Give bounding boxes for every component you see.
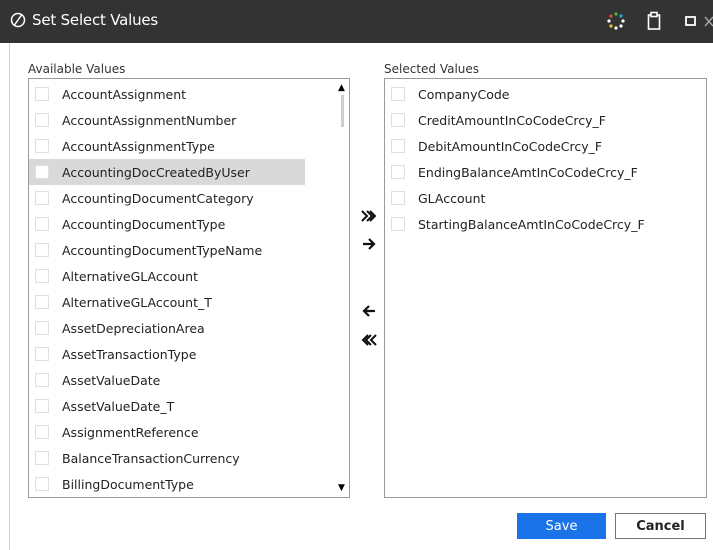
scroll-up-icon[interactable]: ▲ [338,84,345,93]
available-scrollbar[interactable]: ▲ ▼ [335,79,349,497]
item-checkbox[interactable] [391,139,405,153]
list-item[interactable]: GLAccount [385,185,661,211]
list-item[interactable]: AssetValueDate [29,367,305,393]
list-item[interactable]: AccountAssignment [29,81,305,107]
double-arrow-right-icon [361,210,377,222]
item-checkbox[interactable] [35,191,49,205]
item-label: AlternativeGLAccount_T [62,294,212,310]
maximize-icon[interactable] [685,15,697,27]
list-item[interactable]: AssetTransactionType [29,341,305,367]
item-checkbox[interactable] [35,425,49,439]
save-button[interactable]: Save [517,513,606,539]
item-checkbox[interactable] [391,217,405,231]
item-checkbox[interactable] [35,87,49,101]
list-item[interactable]: EndingBalanceAmtInCoCodeCrcy_F [385,159,661,185]
item-label: AccountAssignmentNumber [62,112,237,128]
list-item[interactable]: AccountingDocumentCategory [29,185,305,211]
dialog-left-edge [0,43,10,550]
item-checkbox[interactable] [35,165,49,179]
item-checkbox[interactable] [35,477,49,491]
arrow-right-icon [363,238,376,250]
list-item[interactable]: AccountingDocumentType [29,211,305,237]
list-item[interactable]: AssetDepreciationArea [29,315,305,341]
selected-items: CompanyCode CreditAmountInCoCodeCrcy_F Deb… [385,81,661,237]
selected-values-label: Selected Values [384,62,480,76]
list-item[interactable]: AlternativeGLAccount [29,263,305,289]
item-label: CompanyCode [418,86,510,102]
dialog-title: Set Select Values [32,11,159,29]
item-label: CreditAmountInCoCodeCrcy_F [418,112,607,128]
item-label: AlternativeGLAccount [62,268,198,284]
item-label: AccountAssignmentType [62,138,215,154]
item-label: AssetTransactionType [62,346,197,362]
item-checkbox[interactable] [35,217,49,231]
item-checkbox[interactable] [35,451,49,465]
item-label: AccountAssignment [62,86,187,102]
list-item[interactable]: CreditAmountInCoCodeCrcy_F [385,107,661,133]
item-checkbox[interactable] [391,165,405,179]
list-item[interactable]: CompanyCode [385,81,661,107]
item-label: EndingBalanceAmtInCoCodeCrcy_F [418,164,638,180]
list-item[interactable]: BillingDocumentType [29,471,305,497]
available-items: AccountAssignment AccountAssignmentNumber… [29,81,305,497]
loading-dots-icon [607,12,625,30]
list-item[interactable]: AssetValueDate_T [29,393,305,419]
item-label: AssetValueDate [62,372,161,388]
item-checkbox[interactable] [35,321,49,335]
item-checkbox[interactable] [35,295,49,309]
close-icon[interactable] [704,15,713,27]
list-item[interactable]: AccountAssignmentNumber [29,107,305,133]
clipboard-icon[interactable] [647,11,661,31]
item-label: AssetValueDate_T [62,398,175,414]
list-item[interactable]: StartingBalanceAmtInCoCodeCrcy_F [385,211,661,237]
item-label: BalanceTransactionCurrency [62,450,240,466]
item-label: StartingBalanceAmtInCoCodeCrcy_F [418,216,645,232]
item-checkbox[interactable] [35,399,49,413]
item-checkbox[interactable] [35,113,49,127]
list-item[interactable]: AccountingDocCreatedByUser [29,159,305,185]
scroll-thumb[interactable] [341,95,344,127]
list-item[interactable]: DebitAmountInCoCodeCrcy_F [385,133,661,159]
item-checkbox[interactable] [391,87,405,101]
available-values-list[interactable]: AccountAssignment AccountAssignmentNumber… [28,78,350,498]
list-item[interactable]: AlternativeGLAccount_T [29,289,305,315]
arrow-left-icon [362,305,375,317]
circle-slash-logo-icon [10,12,26,28]
item-checkbox[interactable] [35,347,49,361]
item-checkbox[interactable] [35,243,49,257]
list-item[interactable]: AccountingDocumentTypeName [29,237,305,263]
cancel-button[interactable]: Cancel [615,513,706,539]
move-left-button[interactable] [359,301,379,321]
dialog-titlebar: Set Select Values [0,0,713,43]
item-checkbox[interactable] [391,113,405,127]
item-checkbox[interactable] [35,269,49,283]
item-label: AssignmentReference [62,424,199,440]
list-item[interactable]: AssignmentReference [29,419,305,445]
item-checkbox[interactable] [391,191,405,205]
double-arrow-left-icon [361,334,377,346]
item-label: BillingDocumentType [62,476,194,492]
item-label: AccountingDocumentCategory [62,190,254,206]
move-right-button[interactable] [359,234,379,254]
item-label: DebitAmountInCoCodeCrcy_F [418,138,603,154]
item-checkbox[interactable] [35,139,49,153]
move-all-right-button[interactable] [359,206,379,226]
item-label: AccountingDocumentTypeName [62,242,263,258]
item-checkbox[interactable] [35,373,49,387]
item-label: AssetDepreciationArea [62,320,205,336]
item-label: GLAccount [418,190,486,206]
scroll-down-icon[interactable]: ▼ [338,484,345,493]
list-item[interactable]: AccountAssignmentType [29,133,305,159]
selected-values-list[interactable]: CompanyCode CreditAmountInCoCodeCrcy_F Deb… [384,78,707,498]
move-all-left-button[interactable] [359,330,379,350]
item-label: AccountingDocCreatedByUser [62,164,250,180]
list-item[interactable]: BalanceTransactionCurrency [29,445,305,471]
available-values-label: Available Values [28,62,126,76]
item-label: AccountingDocumentType [62,216,226,232]
